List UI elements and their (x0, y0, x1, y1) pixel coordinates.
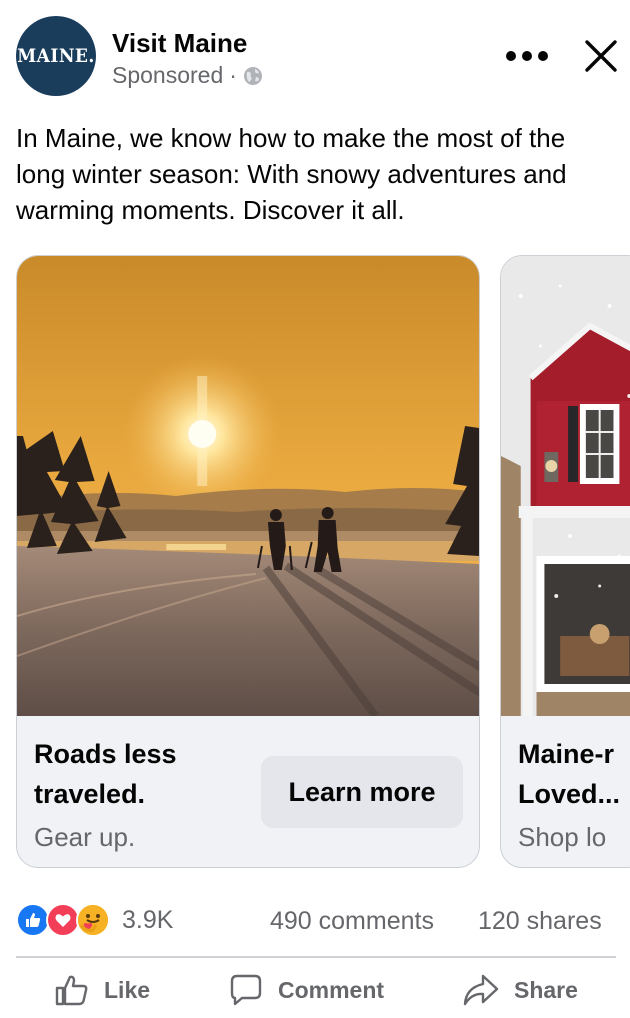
love-reaction-icon (46, 903, 80, 937)
dot-icon (538, 51, 548, 61)
red-house-snow-photo[interactable] (501, 256, 630, 716)
learn-more-button[interactable]: Learn more (261, 756, 463, 828)
carousel-card[interactable]: Maine-r Loved... Shop lo (500, 255, 630, 868)
page-avatar[interactable]: MAINE. (16, 16, 96, 96)
post-text: In Maine, we know how to make the most o… (16, 123, 567, 225)
share-button[interactable]: Share (462, 966, 578, 1014)
share-arrow-icon (463, 974, 499, 1006)
sponsored-post: MAINE. Visit Maine Sponsored · In Maine,… (0, 0, 630, 1018)
like-label: Like (104, 976, 151, 1003)
sponsored-label[interactable]: Sponsored (112, 62, 223, 89)
comment-icon (230, 974, 262, 1006)
divider (16, 956, 616, 958)
dot-icon (522, 51, 532, 61)
care-reaction-icon (76, 903, 110, 937)
card-headline[interactable]: Roads less traveled. (34, 734, 264, 814)
meta-separator: · (229, 62, 237, 88)
reaction-count: 3.9K (122, 905, 174, 934)
like-button[interactable]: Like (54, 966, 150, 1014)
reactions-summary[interactable]: 3.9K (16, 900, 173, 940)
thumbs-up-icon (55, 975, 88, 1006)
more-options-button[interactable] (500, 40, 554, 72)
card-headline[interactable]: Maine-r Loved... (518, 734, 628, 814)
shares-count[interactable]: 120 shares (478, 907, 602, 936)
close-icon[interactable] (582, 37, 620, 75)
share-label: Share (514, 976, 578, 1003)
carousel-card[interactable]: Roads less traveled. Gear up. Learn more (16, 255, 480, 868)
avatar-logo-text: MAINE. (17, 45, 95, 67)
post-meta: Sponsored · (112, 62, 263, 89)
card-description: Shop lo (518, 822, 607, 852)
dot-icon (506, 51, 516, 61)
page-name[interactable]: Visit Maine (112, 28, 247, 59)
card-description: Gear up. (34, 822, 136, 852)
comments-count[interactable]: 490 comments (270, 907, 434, 936)
globe-icon (243, 66, 262, 85)
sunset-skiers-photo[interactable] (17, 256, 479, 716)
comment-button[interactable]: Comment (228, 966, 384, 1014)
comment-label: Comment (278, 976, 385, 1003)
like-reaction-icon (16, 903, 50, 937)
